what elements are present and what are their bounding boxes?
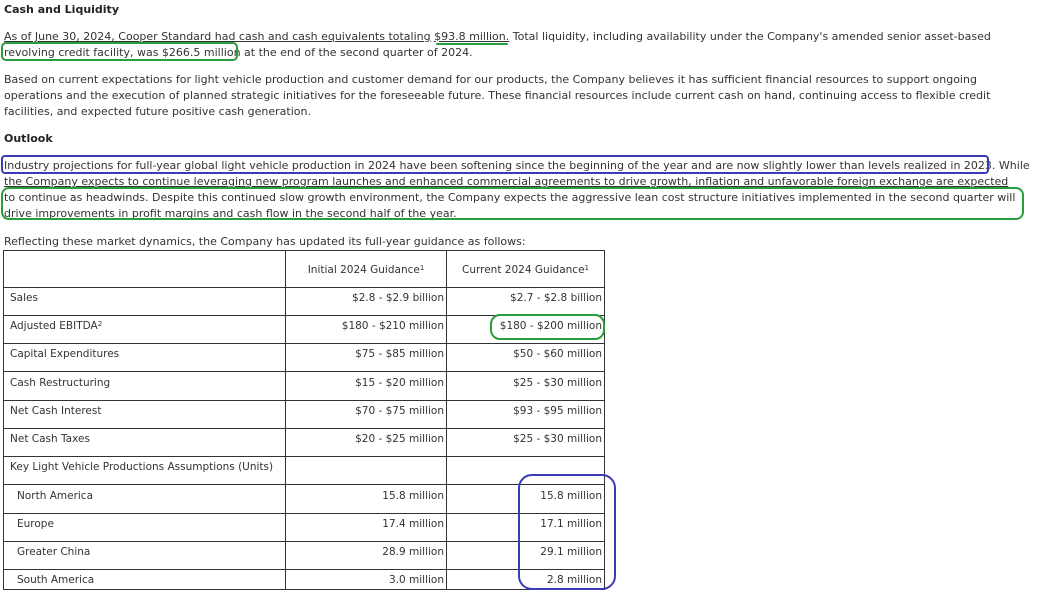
row-net-cash-interest-current: $93 - $95 million bbox=[513, 405, 602, 417]
row-net-cash-taxes-current: $25 - $30 million bbox=[513, 433, 602, 445]
row-sales-current: $2.7 - $2.8 billion bbox=[510, 292, 602, 304]
cash-liquidity-heading: Cash and Liquidity bbox=[4, 3, 119, 16]
press-release-page: Cash and Liquidity As of June 30, 2024, … bbox=[0, 0, 1053, 594]
cash-date-statement: As of June 30, 2024, Cooper Standard had… bbox=[4, 30, 431, 43]
outlook-line-3: to continue as headwinds. Despite this c… bbox=[4, 191, 1016, 204]
row-net-cash-interest-initial: $70 - $75 million bbox=[355, 405, 444, 417]
outlook-line-4: drive improvements in profit margins and… bbox=[4, 207, 457, 220]
while-text: While bbox=[998, 159, 1030, 172]
row-south-america-label: South America bbox=[17, 574, 95, 586]
resources-paragraph-line-1: Based on current expectations for light … bbox=[4, 73, 977, 86]
row-north-america-label: North America bbox=[17, 490, 94, 502]
row-net-cash-taxes-label: Net Cash Taxes bbox=[10, 433, 90, 445]
row-europe-current: 17.1 million bbox=[540, 518, 602, 530]
row-capex-initial: $75 - $85 million bbox=[355, 348, 444, 360]
resources-paragraph-line-3: facilities, and expected future positive… bbox=[4, 105, 311, 118]
row-europe-label: Europe bbox=[17, 518, 54, 530]
row-net-cash-interest-label: Net Cash Interest bbox=[10, 405, 102, 417]
row-adjusted-ebitda-label: Adjusted EBITDA2 bbox=[10, 320, 103, 332]
quarter-end-text: at the end of the second quarter of 2024… bbox=[244, 46, 473, 59]
row-south-america-initial: 3.0 million bbox=[388, 574, 444, 586]
row-north-america-initial: 15.8 million bbox=[382, 490, 444, 502]
row-adjusted-ebitda-current: $180 - $200 million bbox=[499, 320, 602, 332]
liquidity-text: Total liquidity, including availability … bbox=[512, 30, 991, 43]
row-sales-label: Sales bbox=[10, 292, 38, 304]
row-adjusted-ebitda-initial: $180 - $210 million bbox=[341, 320, 444, 332]
row-europe-initial: 17.4 million bbox=[382, 518, 444, 530]
cash-amount: $93.8 million. bbox=[434, 30, 510, 43]
outlook-line-2: the Company expects to continue leveragi… bbox=[4, 175, 1009, 188]
row-net-cash-taxes-initial: $20 - $25 million bbox=[355, 433, 444, 445]
industry-projection-text: Industry projections for full-year globa… bbox=[4, 159, 996, 172]
row-production-assumptions-label: Key Light Vehicle Productions Assumption… bbox=[10, 461, 274, 473]
row-cash-restructuring-initial: $15 - $20 million bbox=[355, 377, 444, 389]
row-capex-current: $50 - $60 million bbox=[513, 348, 602, 360]
row-cash-restructuring-label: Cash Restructuring bbox=[10, 377, 111, 389]
row-capex-label: Capital Expenditures bbox=[10, 348, 120, 360]
outlook-heading: Outlook bbox=[4, 132, 53, 145]
row-sales-initial: $2.8 - $2.9 billion bbox=[352, 292, 444, 304]
row-greater-china-initial: 28.9 million bbox=[382, 546, 444, 558]
total-liquidity-text: revolving credit facility, was $266.5 mi… bbox=[4, 46, 241, 59]
header-initial-guidance: Initial 2024 Guidance1 bbox=[307, 264, 425, 276]
row-greater-china-current: 29.1 million bbox=[540, 546, 602, 558]
outlook-line-1: Industry projections for full-year globa… bbox=[4, 158, 1030, 174]
row-north-america-current: 15.8 million bbox=[540, 490, 602, 502]
row-south-america-current: 2.8 million bbox=[546, 574, 602, 586]
cash-paragraph-line-2: revolving credit facility, was $266.5 mi… bbox=[4, 45, 473, 61]
header-current-guidance: Current 2024 Guidance1 bbox=[462, 264, 589, 276]
green-underline-cash-amount bbox=[436, 43, 508, 45]
row-cash-restructuring-current: $25 - $30 million bbox=[513, 377, 602, 389]
row-greater-china-label: Greater China bbox=[17, 546, 91, 558]
guidance-intro: Reflecting these market dynamics, the Co… bbox=[4, 235, 526, 248]
guidance-table: Initial 2024 Guidance1 Current 2024 Guid… bbox=[3, 250, 605, 590]
resources-paragraph-line-2: operations and the execution of planned … bbox=[4, 89, 991, 102]
